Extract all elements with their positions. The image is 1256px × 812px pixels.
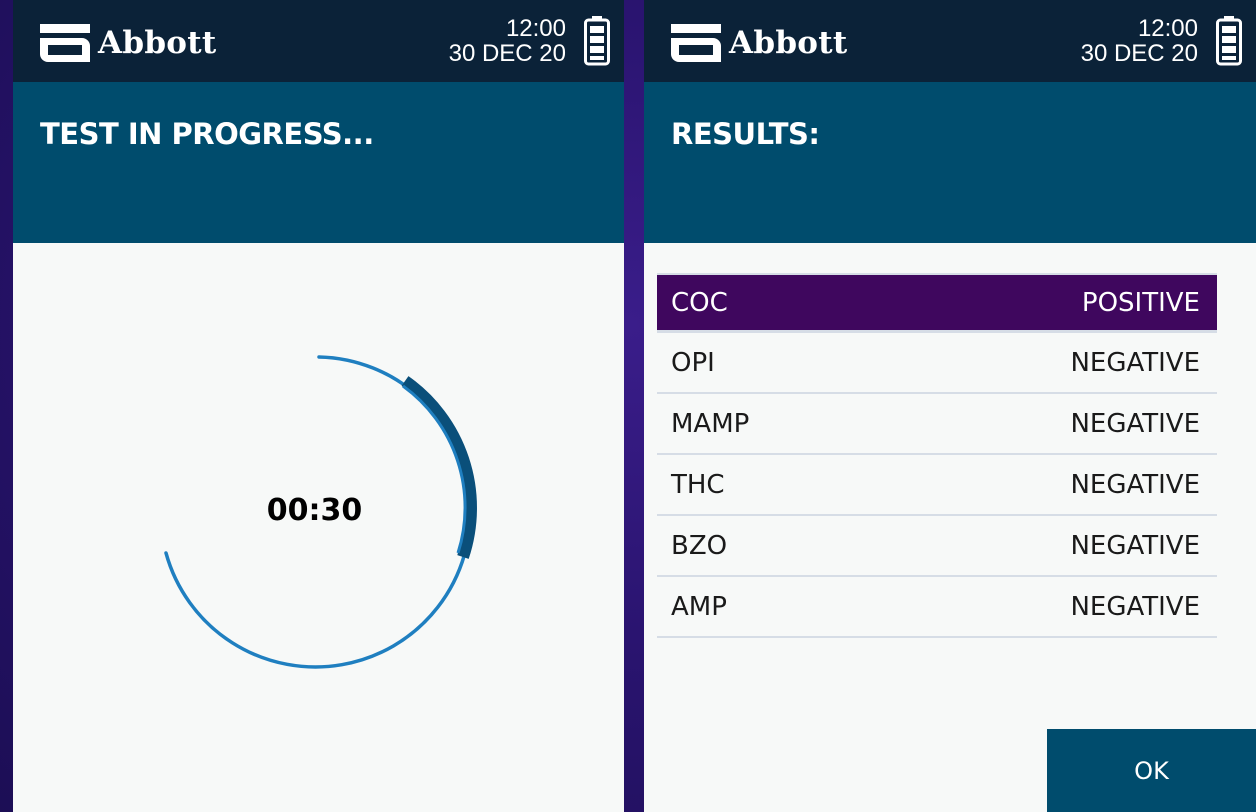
- ok-button[interactable]: OK: [1047, 729, 1256, 812]
- result-status: NEGATIVE: [1070, 591, 1200, 622]
- battery-icon: [1216, 16, 1242, 66]
- battery-icon: [584, 16, 610, 66]
- results-list: COC POSITIVE OPI NEGATIVE MAMP NEGATIVE …: [657, 273, 1217, 638]
- drug-name: MAMP: [671, 408, 750, 439]
- status-date: 30 DEC 20: [448, 40, 566, 67]
- abbott-logo: Abbott: [669, 22, 848, 64]
- header-band: RESULTS:: [644, 82, 1256, 243]
- top-bar: Abbott 12:00 30 DEC 20: [13, 0, 624, 82]
- test-progress-screen: Abbott 12:00 30 DEC 20 TEST IN PROGRESS.…: [13, 0, 624, 812]
- result-row-bzo[interactable]: BZO NEGATIVE: [657, 516, 1217, 577]
- abbott-logo-icon: [671, 24, 721, 62]
- result-row-mamp[interactable]: MAMP NEGATIVE: [657, 394, 1217, 455]
- status-time: 12:00: [1137, 15, 1198, 42]
- page-title: TEST IN PROGRESS...: [40, 117, 374, 151]
- abbott-logo: Abbott: [38, 22, 217, 64]
- result-row-thc[interactable]: THC NEGATIVE: [657, 455, 1217, 516]
- timer-display: 00:30: [266, 493, 363, 528]
- status-time: 12:00: [505, 15, 566, 42]
- result-status: NEGATIVE: [1070, 469, 1200, 500]
- result-status: NEGATIVE: [1070, 347, 1200, 378]
- result-row-opi[interactable]: OPI NEGATIVE: [657, 333, 1217, 394]
- drug-name: AMP: [671, 591, 727, 622]
- drug-name: BZO: [671, 530, 728, 561]
- result-row-coc[interactable]: COC POSITIVE: [657, 275, 1217, 333]
- clock: 12:00 30 DEC 20: [1081, 16, 1198, 66]
- results-screen: Abbott 12:00 30 DEC 20 RESULTS: COC POSI…: [644, 0, 1256, 812]
- drug-name: COC: [671, 287, 728, 318]
- clock: 12:00 30 DEC 20: [449, 16, 566, 66]
- abbott-logo-icon: [40, 24, 90, 62]
- result-status: POSITIVE: [1081, 287, 1200, 318]
- brand-name: Abbott: [98, 25, 217, 61]
- drug-name: THC: [671, 469, 725, 500]
- page-title: RESULTS:: [671, 117, 820, 151]
- result-status: NEGATIVE: [1070, 408, 1200, 439]
- result-row-amp[interactable]: AMP NEGATIVE: [657, 577, 1217, 638]
- status-date: 30 DEC 20: [1080, 40, 1198, 67]
- drug-name: OPI: [671, 347, 715, 378]
- result-status: NEGATIVE: [1070, 530, 1200, 561]
- top-bar: Abbott 12:00 30 DEC 20: [644, 0, 1256, 82]
- header-band: TEST IN PROGRESS...: [13, 82, 624, 243]
- brand-name: Abbott: [729, 25, 848, 61]
